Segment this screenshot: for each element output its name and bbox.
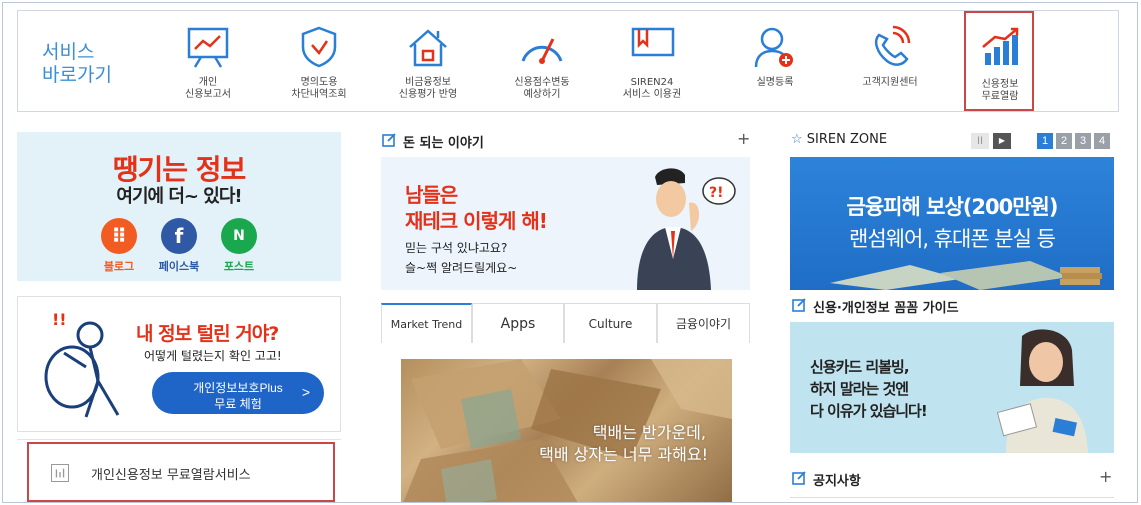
privacy-plus-trial-button[interactable]: 개인정보보호Plus 무료 체험 > bbox=[152, 372, 324, 414]
notice-divider bbox=[790, 497, 1114, 498]
gauge-icon bbox=[521, 38, 563, 64]
star-icon: ☆ bbox=[791, 132, 803, 147]
guide-banner[interactable]: 신용카드 리볼빙, 하지 말라는 것엔 다 이유가 있습니다! bbox=[790, 322, 1114, 453]
shortcut-score-forecast[interactable]: 신용점수변동 예상하기 bbox=[494, 19, 590, 105]
edit-icon bbox=[382, 133, 396, 147]
user-add-icon bbox=[754, 27, 793, 68]
shortcut-title: 서비스 바로가기 bbox=[42, 41, 112, 86]
sns-blog[interactable]: ⠿ 블로그 bbox=[89, 218, 149, 274]
bar-chart-icon bbox=[51, 464, 69, 482]
report-chart-icon bbox=[187, 27, 229, 68]
pause-button[interactable]: II bbox=[971, 133, 989, 149]
tab-apps[interactable]: Apps bbox=[472, 303, 564, 343]
shortcut-support[interactable]: 고객지원센터 bbox=[842, 19, 938, 105]
tab-finance-story[interactable]: 금융이야기 bbox=[657, 303, 750, 343]
svg-text:?!: ?! bbox=[709, 185, 724, 201]
money-story-banner[interactable]: 남들은 재테크 이렇게 해! 믿는 구석 있냐고요? 슬~쩍 알려드릴게요~ ?… bbox=[381, 157, 750, 290]
thief-illustration: !! bbox=[44, 310, 120, 418]
cash-coins-illustration bbox=[830, 261, 1102, 290]
page-frame: 서비스 바로가기 개인 신용보고서 명의도용 차단내역조회 비금융정보 신용평가… bbox=[2, 2, 1138, 503]
arrow-right-icon: > bbox=[301, 384, 310, 400]
house-icon bbox=[409, 29, 447, 67]
next-button[interactable]: ▶ bbox=[993, 133, 1011, 149]
guide-title: 신용·개인정보 꼼꼼 가이드 bbox=[813, 301, 959, 316]
man-listening-illustration: ?! bbox=[637, 168, 736, 290]
highlight-free-view bbox=[964, 11, 1034, 111]
shortcut-siren24[interactable]: SIREN24 서비스 이용권 bbox=[604, 19, 700, 105]
sns-facebook[interactable]: f 페이스북 bbox=[149, 218, 209, 274]
sns-banner[interactable]: 땡기는 정보 여기에 더~ 있다! ⠿ 블로그 f 페이스북 N 포스트 bbox=[17, 132, 341, 281]
page-3-button[interactable]: 3 bbox=[1075, 133, 1091, 149]
shortcut-identity-theft[interactable]: 명의도용 차단내역조회 bbox=[271, 19, 367, 105]
story-tabs: Market Trend Apps Culture 금융이야기 bbox=[381, 303, 750, 343]
naver-post-icon: N bbox=[221, 218, 257, 254]
ticket-icon bbox=[631, 27, 675, 57]
edit-icon bbox=[792, 471, 806, 485]
page-1-button[interactable]: 1 bbox=[1037, 133, 1053, 149]
worried-woman-illustration bbox=[996, 329, 1088, 453]
privacy-leak-banner[interactable]: !! 내 정보 털린 거야? 어떻게 털렸는지 확인 고고! 개인정보보호Plu… bbox=[17, 296, 341, 432]
edit-icon bbox=[792, 298, 806, 312]
sns-post[interactable]: N 포스트 bbox=[209, 218, 269, 274]
money-story-title: 돈 되는 이야기 bbox=[403, 136, 484, 151]
siren-zone-banner[interactable]: 금융피해 보상(200만원) 랜섬웨어, 휴대폰 분실 등 bbox=[790, 157, 1114, 290]
shield-check-icon bbox=[301, 26, 337, 68]
highlight-free-service: 개인신용정보 무료열람서비스 bbox=[27, 442, 335, 502]
facebook-icon: f bbox=[161, 218, 197, 254]
service-shortcut-bar: 서비스 바로가기 개인 신용보고서 명의도용 차단내역조회 비금융정보 신용평가… bbox=[17, 10, 1119, 112]
siren-zone-title: ☆ SIREN ZONE bbox=[791, 132, 888, 147]
free-credit-view-link[interactable]: 개인신용정보 무료열람서비스 bbox=[17, 439, 341, 502]
svg-text:!!: !! bbox=[52, 310, 67, 329]
shortcut-real-name[interactable]: 실명등록 bbox=[727, 19, 823, 105]
market-trend-article-image[interactable]: 택배는 반가운데, 택배 상자는 너무 과해요! bbox=[401, 359, 732, 502]
notice-more-button[interactable]: + bbox=[1099, 467, 1112, 486]
shortcut-nonfinancial[interactable]: 비금융정보 신용평가 반영 bbox=[380, 19, 476, 105]
shortcut-credit-report[interactable]: 개인 신용보고서 bbox=[160, 19, 256, 105]
tab-market-trend[interactable]: Market Trend bbox=[381, 303, 472, 343]
phone-support-icon bbox=[875, 25, 911, 66]
page-2-button[interactable]: 2 bbox=[1056, 133, 1072, 149]
page-4-button[interactable]: 4 bbox=[1094, 133, 1110, 149]
tab-culture[interactable]: Culture bbox=[564, 303, 657, 343]
notice-title: 공지사항 bbox=[813, 474, 861, 489]
money-story-more-button[interactable]: + bbox=[737, 129, 750, 148]
blog-icon: ⠿ bbox=[101, 218, 137, 254]
